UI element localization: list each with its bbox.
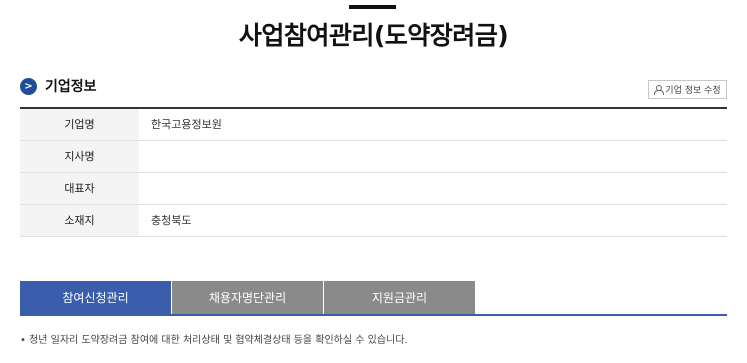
row-label: 지사명: [20, 140, 139, 172]
table-row: 지사명: [20, 140, 727, 172]
chevron-right-icon: >: [20, 77, 37, 95]
table-row: 소재지 충청북도: [20, 204, 727, 236]
row-label: 대표자: [20, 172, 139, 204]
title-accent-bar: [349, 5, 396, 9]
table-row: 대표자: [20, 172, 727, 204]
row-value: [139, 140, 727, 172]
page-title: 사업참여관리(도약장려금): [238, 21, 509, 50]
table-row: 기업명 한국고용정보원: [20, 108, 727, 140]
edit-company-info-button[interactable]: 기업 정보 수정: [648, 80, 727, 99]
tab-participation-request[interactable]: 참여신청관리: [20, 281, 171, 314]
row-value: [139, 172, 727, 204]
row-value: 충청북도: [151, 214, 192, 227]
section-title: 기업정보: [45, 79, 97, 95]
tab-subsidy[interactable]: 지원금관리: [324, 281, 475, 314]
edit-company-info-label: 기업 정보 수정: [665, 86, 721, 96]
company-info-table: 기업명 한국고용정보원 지사명 대표자 소재지 충청북도: [20, 107, 727, 237]
row-label: 소재지: [20, 204, 139, 236]
user-icon: [654, 85, 665, 95]
section-header: > 기업정보: [20, 76, 97, 96]
tab-bar: 참여신청관리 채용자명단관리 지원금관리: [20, 281, 727, 316]
notice-text: • 청년 일자리 도약장려금 참여에 대한 처리상태 및 협약체결상태 등을 확…: [20, 335, 408, 346]
row-label: 기업명: [20, 108, 139, 140]
tab-hire-list[interactable]: 채용자명단관리: [172, 281, 323, 314]
row-value: 한국고용정보원: [151, 118, 222, 132]
